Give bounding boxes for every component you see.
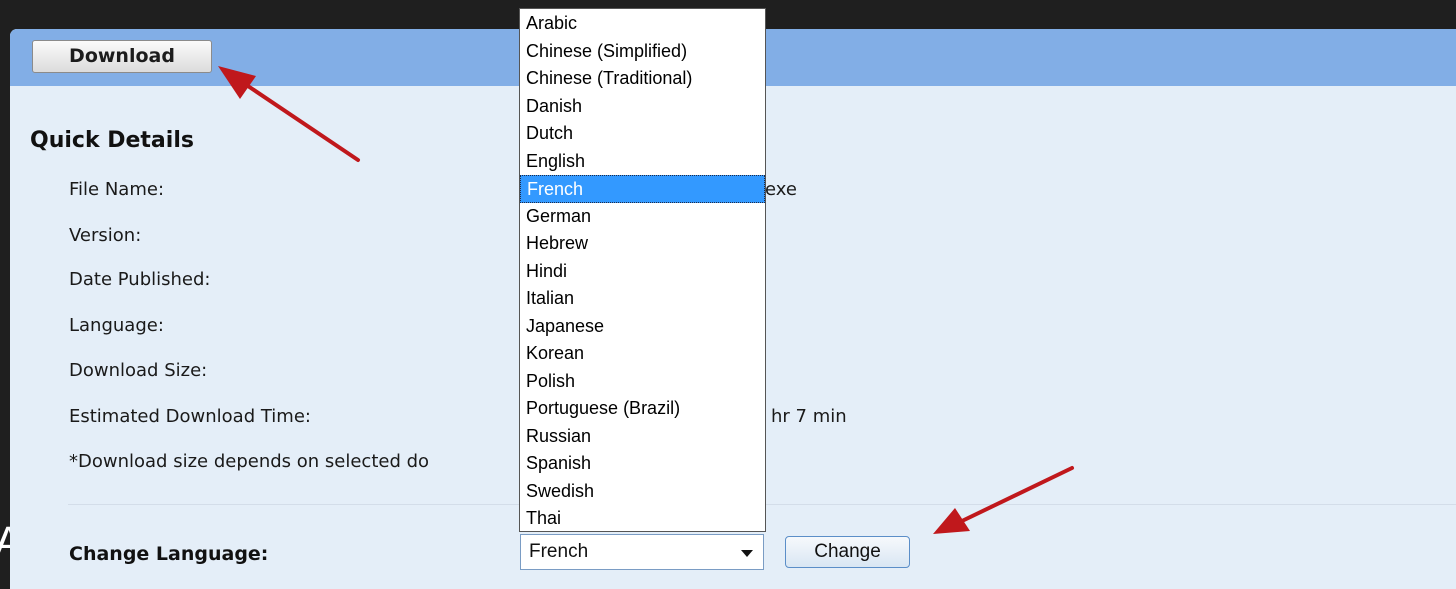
language-option[interactable]: French: [520, 175, 765, 203]
file-name-value: exe: [765, 179, 797, 200]
change-language-label: Change Language:: [69, 543, 269, 565]
download-button[interactable]: Download: [32, 40, 212, 73]
language-option[interactable]: Chinese (Traditional): [520, 65, 765, 93]
date-published-label: Date Published:: [69, 269, 211, 290]
language-option[interactable]: Chinese (Simplified): [520, 38, 765, 66]
estimated-download-time-value: hr 7 min: [771, 406, 847, 427]
language-option[interactable]: Hindi: [520, 258, 765, 286]
version-label: Version:: [69, 225, 142, 246]
language-dropdown-list[interactable]: Arabic Chinese (Simplified) Chinese (Tradi…: [519, 8, 766, 532]
language-option[interactable]: Thai: [520, 505, 765, 533]
language-option[interactable]: English: [520, 148, 765, 176]
change-language-button[interactable]: Change: [785, 536, 910, 568]
language-option[interactable]: Spanish: [520, 450, 765, 478]
language-option[interactable]: German: [520, 203, 765, 231]
quick-details-title: Quick Details: [30, 128, 194, 153]
language-option[interactable]: Japanese: [520, 313, 765, 341]
language-option[interactable]: Polish: [520, 368, 765, 396]
download-size-footnote: *Download size depends on selected do: [69, 451, 430, 472]
language-option[interactable]: Swedish: [520, 478, 765, 506]
language-option[interactable]: Russian: [520, 423, 765, 451]
file-name-label: File Name:: [69, 179, 165, 200]
estimated-download-time-label: Estimated Download Time:: [69, 406, 311, 427]
language-option[interactable]: Danish: [520, 93, 765, 121]
language-option[interactable]: Korean: [520, 340, 765, 368]
language-option[interactable]: Italian: [520, 285, 765, 313]
language-select[interactable]: French: [520, 534, 764, 570]
chevron-down-icon[interactable]: [741, 550, 753, 557]
language-option[interactable]: Portuguese (Brazil): [520, 395, 765, 423]
language-option[interactable]: Dutch: [520, 120, 765, 148]
language-select-value: French: [529, 541, 589, 562]
language-option[interactable]: Hebrew: [520, 230, 765, 258]
language-label: Language:: [69, 315, 164, 336]
language-option[interactable]: Arabic: [520, 10, 765, 38]
download-size-label: Download Size:: [69, 360, 208, 381]
